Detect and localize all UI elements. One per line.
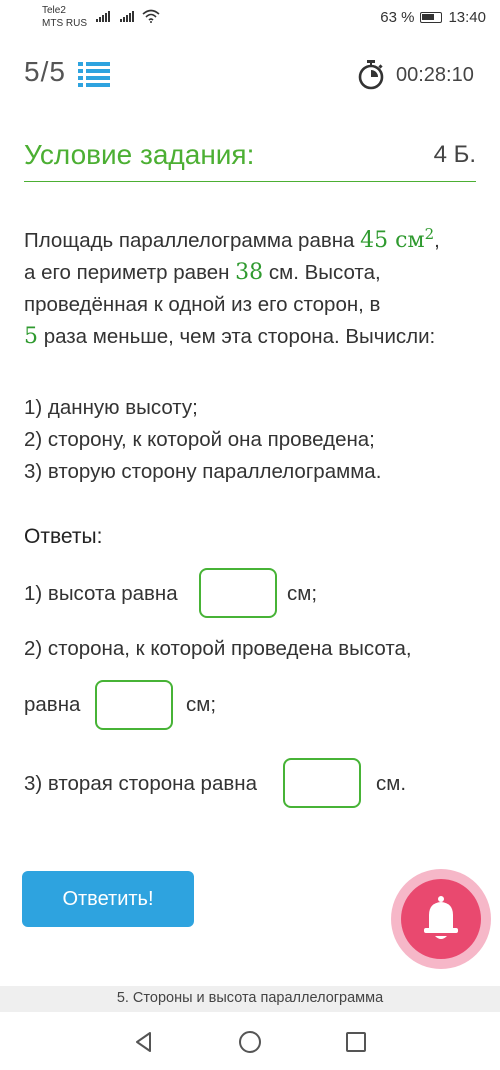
answer-2-label-line-2: равна bbox=[24, 693, 81, 716]
problem-text-4: см. Высота, bbox=[263, 260, 381, 284]
task-item: 3) вторую сторону параллелограмма. bbox=[24, 460, 382, 483]
problem-line-1: Площадь параллелограмма равна 45 см2, bbox=[24, 218, 484, 257]
signal-2-icon bbox=[120, 11, 134, 22]
problem-text-1: Площадь параллелограмма равна bbox=[24, 228, 361, 252]
carrier-line-1: Tele2 bbox=[42, 5, 66, 16]
answer-3-input[interactable] bbox=[283, 758, 361, 808]
submit-button[interactable]: Ответить! bbox=[22, 871, 194, 927]
answer-3-unit: см. bbox=[376, 772, 407, 795]
perimeter-value: 38 bbox=[235, 259, 264, 285]
answer-2-unit: см; bbox=[186, 693, 217, 716]
problem-text-2: , bbox=[434, 228, 440, 252]
points-badge: 4 Б. bbox=[433, 141, 476, 168]
list-icon[interactable] bbox=[78, 61, 110, 87]
recents-icon[interactable] bbox=[344, 1030, 368, 1054]
area-exponent: 2 bbox=[424, 225, 435, 243]
back-icon[interactable] bbox=[132, 1030, 156, 1054]
task-item: 1) данную высоту; bbox=[24, 396, 198, 419]
answer-1-input[interactable] bbox=[199, 568, 277, 618]
stopwatch-icon bbox=[358, 60, 384, 90]
divider bbox=[24, 181, 476, 182]
answer-1-unit: см; bbox=[287, 582, 318, 605]
carrier-info: Tele2 MTS RUS bbox=[42, 4, 87, 30]
home-icon[interactable] bbox=[238, 1030, 262, 1054]
topic-title: 5. Стороны и высота параллелограмма bbox=[116, 990, 384, 1006]
problem-text: Площадь параллелограмма равна 45 см2, а … bbox=[24, 218, 484, 353]
timer: 00:28:10 bbox=[396, 64, 474, 86]
battery-icon bbox=[420, 12, 443, 23]
wifi-icon bbox=[142, 9, 160, 23]
condition-title: Условие задания: bbox=[24, 139, 255, 170]
battery-percent: 63 % bbox=[380, 9, 415, 26]
answers-title: Ответы: bbox=[24, 525, 103, 548]
clock: 13:40 bbox=[448, 9, 486, 26]
problem-text-3: а его периметр равен bbox=[24, 260, 236, 284]
task-item: 2) сторону, к которой она проведена; bbox=[24, 428, 375, 451]
bell-icon bbox=[424, 896, 458, 939]
app-header: 5/5 00:28:10 bbox=[0, 38, 500, 110]
signal-1-icon bbox=[96, 11, 110, 22]
problem-line-3: проведённая к одной из его сторон, в bbox=[24, 292, 381, 316]
task-list: 1) данную высоту; 2) сторону, к которой … bbox=[24, 392, 381, 488]
question-counter: 5/5 bbox=[24, 56, 66, 87]
answer-3-label: 3) вторая сторона равна bbox=[24, 772, 257, 795]
problem-line-4: 5 раза меньше, чем эта сторона. Вычисли: bbox=[24, 321, 484, 353]
answer-1-label: 1) высота равна bbox=[24, 582, 178, 605]
area-value: 45 см bbox=[360, 227, 425, 253]
status-right: 63 % 13:40 bbox=[380, 9, 486, 26]
carrier-line-2: MTS RUS bbox=[42, 18, 87, 29]
ratio-value: 5 bbox=[24, 323, 38, 349]
problem-line-2: а его периметр равен 38 см. Высота, bbox=[24, 257, 484, 289]
answer-2-input[interactable] bbox=[95, 680, 173, 730]
status-bar: Tele2 MTS RUS 63 % 13:40 bbox=[0, 0, 500, 38]
problem-text-6: раза меньше, чем эта сторона. Вычисли: bbox=[38, 324, 436, 348]
answer-2-label-line-1: 2) сторона, к которой проведена высота, bbox=[24, 637, 412, 660]
